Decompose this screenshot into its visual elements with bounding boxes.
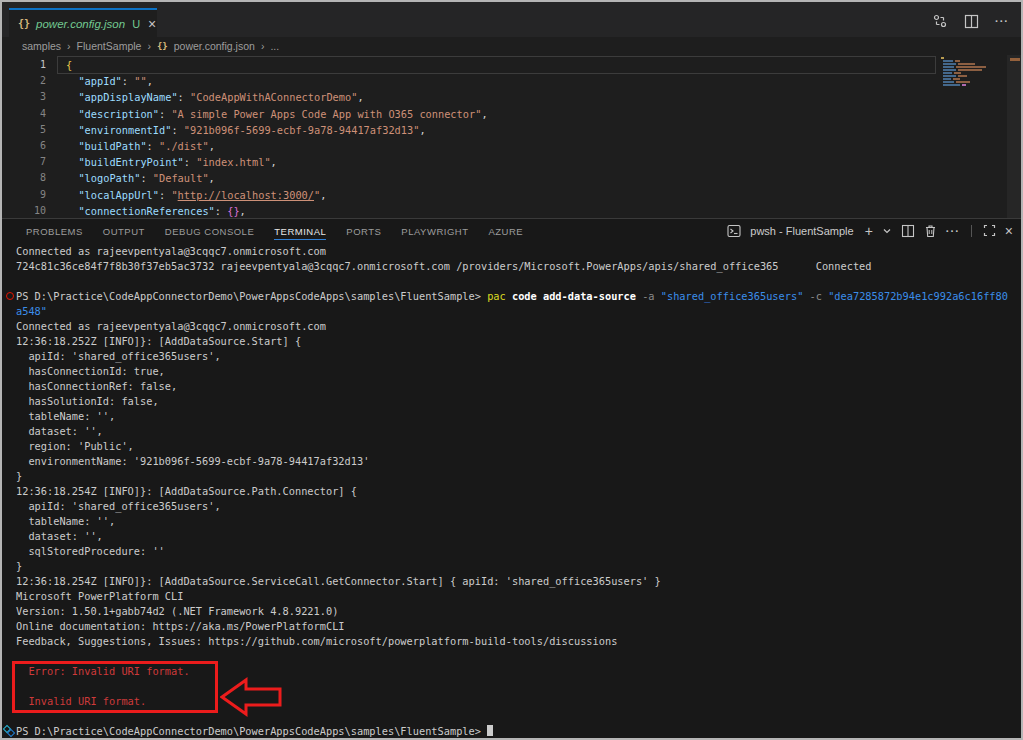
panel-tab-playwright[interactable]: PLAYWRIGHT (401, 222, 468, 240)
terminal-line: Microsoft PowerPlatform CLI (16, 589, 1021, 604)
kill-terminal-button[interactable] (924, 224, 937, 238)
line-number: 3 (2, 89, 46, 105)
editor-line[interactable]: 4 "description": "A simple Power Apps Co… (2, 106, 1021, 122)
chevron-right-icon: › (67, 40, 71, 52)
line-number: 2 (2, 73, 46, 89)
open-changes-icon[interactable] (932, 13, 948, 29)
terminal-line: 12:36:18.254Z [INFO]}: [AddDataSource.Pa… (16, 484, 1021, 499)
panel-tab-azure[interactable]: AZURE (488, 222, 523, 240)
editor-line[interactable]: 5 "environmentId": "921b096f-5699-ecbf-9… (2, 122, 1021, 138)
editor-line[interactable]: 8 "logoPath": "Default", (2, 170, 1021, 186)
editor-line[interactable]: 6 "buildPath": "./dist", (2, 138, 1021, 154)
annotation-arrow (220, 674, 284, 719)
terminal-line: 724c81c36ce84f7f8b30f37eb5ac3732 rajeevp… (16, 259, 1021, 274)
bottom-panel: PROBLEMS OUTPUT DEBUG CONSOLE TERMINAL PORTS… (2, 218, 1021, 738)
error-highlight-box (12, 661, 218, 713)
terminal-line: hasConnectionRef: false, (16, 379, 1021, 394)
more-actions-icon[interactable]: ··· (995, 15, 1009, 27)
terminal-line: Feedback, Suggestions, Issues: https://g… (16, 634, 1021, 649)
panel-tab-ports[interactable]: PORTS (346, 222, 381, 240)
terminal-line: Connected as rajeevpentyala@3cqqc7.onmic… (16, 244, 1021, 259)
json-file-icon: {} (157, 41, 168, 51)
terminal-line: Online documentation: https://aka.ms/Pow… (16, 619, 1021, 634)
terminal-line: PS D:\Practice\CodeAppConnectorDemo\Powe… (16, 724, 1021, 739)
modified-lines-ruler-mark (1010, 58, 1020, 61)
breadcrumb-item[interactable]: ... (270, 40, 279, 52)
editor-tab-bar: {} power.config.json U × ··· (2, 2, 1021, 37)
line-number: 4 (2, 106, 46, 122)
terminal-line: apiId: 'shared_office365users', (16, 499, 1021, 514)
terminal-line: 12:36:18.254Z [INFO]}: [AddDataSource.Se… (16, 574, 1021, 589)
panel-tab-output[interactable]: OUTPUT (103, 222, 145, 240)
terminal-icon (727, 224, 741, 238)
breadcrumb-item[interactable]: power.config.json (174, 40, 255, 52)
breadcrumb: samples › FluentSample › {} power.config… (2, 37, 1021, 55)
terminal-line: Connected as rajeevpentyala@3cqqc7.onmic… (16, 319, 1021, 334)
editor-line[interactable]: 7 "buildEntryPoint": "index.html", (2, 154, 1021, 170)
line-number: 8 (2, 170, 46, 186)
editor-lines: 1{2 "appId": "",3 "appDisplayName": "Cod… (2, 57, 1021, 219)
terminal-cursor (487, 725, 493, 736)
tab-power-config-json[interactable]: {} power.config.json U × (9, 8, 157, 37)
minimap[interactable] (941, 57, 1003, 99)
shell-integration-icon (4, 726, 14, 736)
terminal-line: hasSolutionId: false, (16, 394, 1021, 409)
terminal-line: environmentName: '921b096f-5699-ecbf-9a7… (16, 454, 1021, 469)
line-number: 10 (2, 203, 46, 219)
terminal-line: hasConnectionId: true, (16, 364, 1021, 379)
panel-tab-problems[interactable]: PROBLEMS (26, 222, 83, 240)
close-tab-icon[interactable]: × (148, 19, 156, 29)
terminal-picker-dropdown[interactable] (882, 226, 892, 236)
breadcrumb-item[interactable]: FluentSample (77, 40, 142, 52)
terminal-line: Version: 1.50.1+gabb74d2 (.NET Framework… (16, 604, 1021, 619)
terminal-line: a548" (16, 304, 1021, 319)
terminal-line: PS D:\Practice\CodeAppConnectorDemo\Powe… (16, 289, 1021, 304)
new-terminal-button[interactable]: + (865, 223, 873, 239)
terminal-line: } (16, 469, 1021, 484)
panel-tab-terminal[interactable]: TERMINAL (274, 222, 326, 240)
split-editor-icon[interactable] (964, 14, 979, 29)
terminal-line: apiId: 'shared_office365users', (16, 349, 1021, 364)
terminal-line: tableName: '', (16, 409, 1021, 424)
editor-line[interactable]: 9 "localAppUrl": "http://localhost:3000/… (2, 187, 1021, 203)
editor-line[interactable]: 10 "connectionReferences": {}, (2, 203, 1021, 219)
panel-tab-bar: PROBLEMS OUTPUT DEBUG CONSOLE TERMINAL PORTS… (2, 219, 523, 242)
editor-line[interactable]: 1{ (2, 57, 1021, 73)
line-number: 1 (2, 57, 46, 73)
git-status-badge: U (132, 18, 140, 30)
tab-title: power.config.json (36, 18, 125, 30)
terminal-line: 12:36:18.252Z [INFO]}: [AddDataSource.St… (16, 334, 1021, 349)
editor-scrollbar[interactable] (1007, 55, 1021, 218)
terminal-line: } (16, 559, 1021, 574)
editor-line[interactable]: 3 "appDisplayName": "CodeAppWithAConnect… (2, 89, 1021, 105)
terminal-line (16, 274, 1021, 289)
chevron-right-icon: › (147, 40, 151, 52)
line-number: 6 (2, 138, 46, 154)
terminal-line: region: 'Public', (16, 439, 1021, 454)
vscode-window: {} power.config.json U × ··· samples › F… (0, 0, 1023, 740)
terminal-line: dataset: '', (16, 424, 1021, 439)
line-number: 9 (2, 187, 46, 203)
terminal-line: dataset: '', (16, 529, 1021, 544)
divider (971, 225, 972, 237)
close-panel-icon[interactable]: × (1005, 223, 1013, 239)
maximize-panel-button[interactable] (983, 224, 996, 237)
chevron-right-icon: › (261, 40, 265, 52)
editor-line[interactable]: 2 "appId": "", (2, 73, 1021, 89)
json-file-icon: {} (18, 18, 30, 29)
panel-tab-debug-console[interactable]: DEBUG CONSOLE (165, 222, 254, 240)
terminal-line: sqlStoredProcedure: '' (16, 544, 1021, 559)
line-number: 7 (2, 154, 46, 170)
more-terminal-actions-icon[interactable]: ··· (946, 225, 960, 237)
line-number: 5 (2, 122, 46, 138)
terminal-line: tableName: '', (16, 514, 1021, 529)
code-editor[interactable]: 1{2 "appId": "",3 "appDisplayName": "Cod… (2, 55, 1021, 220)
terminal-session-label[interactable]: pwsh - FluentSample (750, 225, 853, 237)
split-terminal-button[interactable] (901, 224, 915, 238)
breadcrumb-item[interactable]: samples (22, 40, 61, 52)
